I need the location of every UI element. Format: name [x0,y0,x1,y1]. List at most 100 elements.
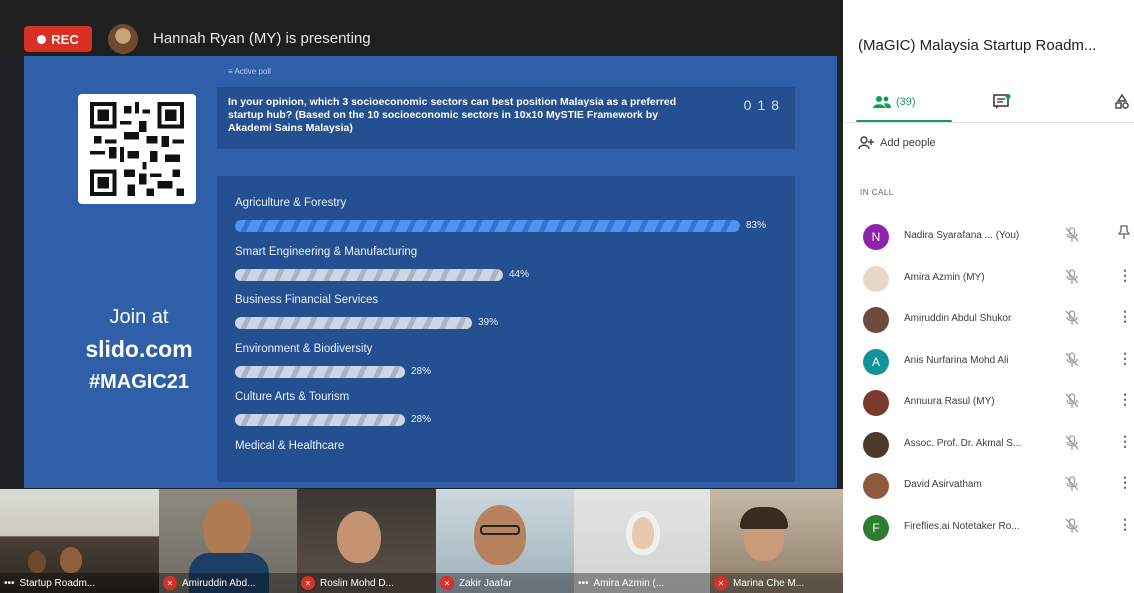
mic-off-icon[interactable] [1065,434,1079,456]
thumbnail-tile[interactable]: ••• Startup Roadm... [0,489,159,593]
add-people-label: Add people [880,137,936,149]
mic-off-icon: ✕ [163,576,177,590]
mic-off-icon[interactable] [1065,351,1079,373]
participant-name: Assoc. Prof. Dr. Akmal S... [904,437,1022,449]
thumbnail-label: ✕ Amiruddin Abd... [159,573,297,593]
mic-off-icon: ✕ [301,576,315,590]
participant-video [626,511,660,555]
more-options-icon[interactable]: ⋮ [1118,308,1132,325]
shapes-icon [1115,94,1129,109]
poll-option-label: Environment & Biodiversity [235,342,373,355]
panel-tabs: (39) [843,70,1134,123]
mic-off-icon[interactable] [1065,268,1079,290]
qr-code [78,94,196,204]
participant-video [60,547,82,573]
avatar [863,390,889,416]
poll-results: Agriculture & Forestry 83% Smart Engineeri… [217,176,795,482]
avatar: F [863,514,889,541]
poll-option-label: Culture Arts & Tourism [235,391,350,403]
participant-name: Nadira Syarafana ... (You) [904,230,1020,241]
mic-off-icon[interactable] [1065,476,1079,497]
mic-off-icon[interactable] [1065,393,1079,414]
mic-off-icon: ✕ [714,576,728,590]
thumbnail-label: ✕ Marina Che M... [710,573,843,593]
presentation-stage: REC Hannah Ryan (MY) is presenting Join … [0,0,843,593]
meet-window: REC Hannah Ryan (MY) is presenting Join … [0,0,1134,593]
avatar: N [863,224,889,250]
participant-row[interactable]: Assoc. Prof. Dr. Akmal S... ⋮ [843,427,1134,467]
join-line-3: #MAGIC21 [88,371,190,393]
participant-row[interactable]: Annuura Rasul (MY) ⋮ [843,385,1134,425]
tab-people[interactable]: (39) [873,88,916,116]
thumbnail-name: Roslin Mohd D... [320,577,394,589]
stage-header: REC Hannah Ryan (MY) is presenting [0,0,843,56]
add-person-icon [858,136,874,150]
add-people-button[interactable]: Add people [858,136,936,150]
poll-result-bar [235,220,740,232]
people-icon [873,96,891,108]
more-options-icon[interactable]: ⋮ [1118,267,1132,284]
thumbnail-label: ••• Amira Azmin (... [574,573,710,593]
poll-result-percent: 44% [509,268,530,280]
thumbnail-name: Amiruddin Abd... [182,577,256,589]
mic-off-icon[interactable] [1065,227,1079,248]
more-options-icon[interactable]: ⋮ [1118,474,1132,491]
thumbnail-tile[interactable]: ✕ Roslin Mohd D... [297,489,436,593]
more-options-icon[interactable]: ⋮ [1118,516,1132,533]
vote-count: 018 [743,97,785,113]
participant-name: Amiruddin Abdul Shukor [904,313,1012,324]
poll-result-bar [235,365,405,378]
poll-option-label: Agriculture & Forestry [235,197,347,209]
thumbnail-label: ✕ Roslin Mohd D... [297,573,436,593]
poll-question-box: In your opinion, which 3 socioeconomic s… [217,87,795,149]
more-options-icon[interactable]: ⋮ [1118,391,1132,408]
poll-result-percent: 83% [746,220,767,231]
record-dot-icon [37,34,47,44]
poll-result-percent: 28% [411,365,432,377]
participant-row[interactable]: F Fireflies.ai Notetaker Ro... ⋮ [843,510,1134,550]
avatar [863,431,889,458]
presenter-avatar [108,24,138,54]
poll-option-label: Business Financial Services [235,294,379,306]
mic-off-icon[interactable] [1065,517,1079,539]
participant-video [28,551,46,573]
participant-row[interactable]: N Nadira Syarafana ... (You) [843,219,1134,259]
participant-row[interactable]: Amira Azmin (MY) ⋮ [843,261,1134,301]
participant-video [203,499,251,557]
participant-name: Amira Azmin (MY) [904,271,985,283]
more-dots-icon: ••• [4,577,15,589]
avatar [863,265,889,292]
join-line-1: Join at [109,306,169,328]
tab-chat[interactable] [993,88,1011,116]
divider [843,122,1134,123]
thumbnail-tile[interactable]: ✕ Zakir Jaafar [436,489,574,593]
poll-option-label: Medical & Healthcare [235,439,345,452]
people-count: (39) [896,96,916,108]
tab-activities[interactable] [1115,88,1129,116]
active-poll-tag: ≡ Active poll [228,67,271,76]
chat-icon [993,94,1011,109]
thumbnail-tile[interactable]: ✕ Marina Che M... [710,489,843,593]
recording-badge: REC [24,26,92,52]
slido-slide: Join at slido.com #MAGIC21 ≡ Active poll… [24,56,837,488]
thumbnail-label: ✕ Zakir Jaafar [436,573,574,593]
join-instructions: Join at slido.com #MAGIC21 [54,306,224,394]
thumbnail-name: Amira Azmin (... [593,577,665,589]
participant-name: Fireflies.ai Notetaker Ro... [904,520,1020,532]
thumbnail-tile[interactable]: ✕ Amiruddin Abd... [159,489,297,593]
participant-row[interactable]: David Asirvatham ⋮ [843,468,1134,508]
mic-off-icon[interactable] [1065,310,1079,331]
pin-icon[interactable] [1117,225,1131,243]
participant-row[interactable]: Amiruddin Abdul Shukor ⋮ [843,302,1134,342]
thumbnail-tile[interactable]: ••• Amira Azmin (... [574,489,710,593]
more-options-icon[interactable]: ⋮ [1118,433,1132,450]
glasses [480,525,520,535]
more-dots-icon: ••• [578,577,589,589]
poll-result-bar [235,414,405,426]
thumbnail-label: ••• Startup Roadm... [0,573,159,593]
thumbnail-name: Startup Roadm... [19,577,96,589]
participant-row[interactable]: A Anis Nurfarina Mohd Ali ⋮ [843,344,1134,384]
poll-result-bar [235,317,472,329]
more-options-icon[interactable]: ⋮ [1118,350,1132,367]
avatar: A [863,348,889,375]
